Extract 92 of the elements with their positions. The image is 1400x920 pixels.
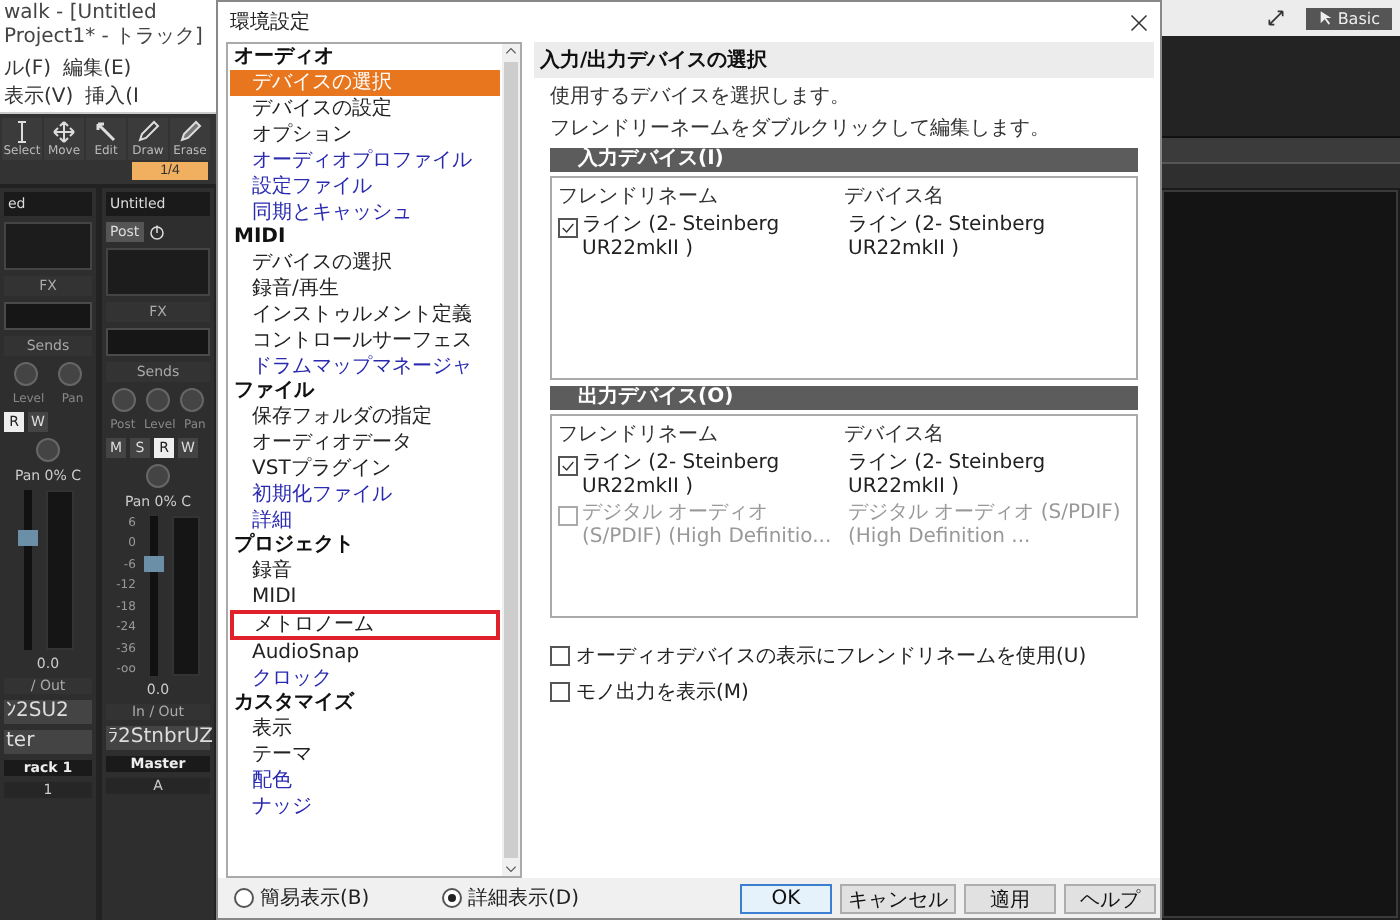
column-header[interactable]: デバイス名 <box>844 420 1130 448</box>
window-title: walk - [Untitled Project1* - トラック] <box>0 0 216 52</box>
dialog-button[interactable]: OK <box>740 883 832 913</box>
tree-item[interactable]: オプション <box>230 122 500 148</box>
table-cell-text: デジタル オーディオ (S/PDIF) (High Definitio... <box>582 502 834 550</box>
checkbox[interactable] <box>558 218 578 238</box>
output-dropdown[interactable]: ter <box>4 730 92 754</box>
menu-item[interactable]: 編集(E) <box>63 54 132 82</box>
fader-handle[interactable] <box>143 556 164 572</box>
radio-label: 簡易表示(B) <box>260 885 370 912</box>
tree-item[interactable]: メトロノーム <box>230 610 500 640</box>
menu-item[interactable]: ル(F) <box>4 54 52 82</box>
pencil-icon <box>136 120 160 144</box>
tree-item[interactable]: テーマ <box>230 742 500 768</box>
checkbox[interactable] <box>550 646 570 666</box>
checkbox[interactable] <box>558 456 578 476</box>
pan-knob[interactable] <box>146 464 170 488</box>
menu-item[interactable]: 挿入(I <box>85 82 140 110</box>
close-icon[interactable] <box>1130 13 1148 31</box>
tree-item[interactable]: MIDI <box>230 584 500 610</box>
section-header: 入力デバイス(I) <box>550 148 1138 172</box>
knob[interactable] <box>145 388 170 412</box>
knob[interactable] <box>14 362 38 386</box>
tree-category[interactable]: MIDI <box>228 226 502 250</box>
table-cell-text: ライン (2- Steinberg UR22mkII ) <box>848 452 1048 500</box>
tree-item[interactable]: AudioSnap <box>230 640 500 666</box>
edit-icon <box>94 120 118 144</box>
tree-item[interactable]: 詳細 <box>230 508 500 534</box>
tree-item[interactable]: オーディオプロファイル <box>230 148 500 174</box>
panel-title: 入力/出力デバイスの選択 <box>534 42 1154 78</box>
dialog-button[interactable]: キャンセル <box>840 883 956 913</box>
tree-item[interactable]: デバイスの選択 <box>230 250 500 276</box>
table-cell-text: ライン (2- Steinberg UR22mkII ) <box>582 214 782 262</box>
table-cell-text: ライン (2- Steinberg UR22mkII ) <box>848 214 1048 262</box>
tree-category[interactable]: プロジェクト <box>228 534 502 558</box>
dialog-title: 環境設定 <box>230 9 310 36</box>
eraser-icon <box>178 120 202 144</box>
tree-item[interactable]: VSTプラグイン <box>230 456 500 482</box>
radio-button[interactable] <box>442 888 462 908</box>
checkbox[interactable] <box>550 682 570 702</box>
dialog-button[interactable]: 適用 <box>964 883 1056 913</box>
column-header[interactable]: デバイス名 <box>844 182 1130 210</box>
table-cell-text: デジタル オーディオ (S/PDIF) (High Definition ... <box>848 502 1123 550</box>
expand-icon <box>1265 8 1286 28</box>
section-header: 出力デバイス(O) <box>550 386 1138 410</box>
description-text: フレンドリーネームをダブルクリックして編集します。 <box>548 115 1052 142</box>
tree-category[interactable]: オーディオ <box>228 46 502 70</box>
tree-item[interactable]: ナッジ <box>230 794 500 820</box>
column-header[interactable]: フレンドリネーム <box>558 182 844 210</box>
dialog-button[interactable]: ヘルプ <box>1064 883 1156 913</box>
tree-item[interactable]: 設定ファイル <box>230 174 500 200</box>
fx-bin <box>106 328 210 356</box>
input-dropdown[interactable]: ﾗ2StnbrUZ <box>106 726 210 750</box>
tree-item[interactable]: 表示 <box>230 716 500 742</box>
eq-graph <box>106 248 210 296</box>
tree-item[interactable]: コントロールサーフェス <box>230 328 500 354</box>
tree-item[interactable]: インストゥルメント定義 <box>230 302 500 328</box>
knob[interactable] <box>58 362 82 386</box>
workspace-button[interactable]: Basic <box>1305 7 1392 29</box>
tree-item[interactable]: 配色 <box>230 768 500 794</box>
tree-item[interactable]: 録音/再生 <box>230 276 500 302</box>
checkbox-label: オーディオデバイスの表示にフレンドリネームを使用(U) <box>576 643 1087 670</box>
tree-category[interactable]: カスタマイズ <box>228 692 502 716</box>
eq-graph <box>4 222 92 270</box>
tree-item[interactable]: クロック <box>230 666 500 692</box>
column-header[interactable]: フレンドリネーム <box>558 420 844 448</box>
description-text: 使用するデバイスを選択します。 <box>548 84 852 110</box>
scrollbar[interactable] <box>502 44 520 876</box>
table-cell-text: ライン (2- Steinberg UR22mkII ) <box>582 452 782 500</box>
knob[interactable] <box>180 388 205 412</box>
radio-label: 詳細表示(D) <box>468 885 580 912</box>
tree-category[interactable]: ファイル <box>228 380 502 404</box>
check-icon <box>560 458 576 474</box>
tree-item[interactable]: 保存フォルダの指定 <box>230 404 500 430</box>
cursor-icon <box>1317 10 1334 26</box>
tree-item[interactable]: オーディオデータ <box>230 430 500 456</box>
power-icon[interactable] <box>147 223 166 241</box>
input-dropdown[interactable]: ﾝ2SU2 <box>4 700 92 724</box>
check-icon <box>560 220 576 236</box>
pan-knob[interactable] <box>36 438 60 462</box>
fader-handle[interactable] <box>17 530 37 546</box>
tree-item[interactable]: 同期とキャッシュ <box>230 200 500 226</box>
tree-item[interactable]: ドラムマップマネージャ <box>230 354 500 380</box>
move-icon <box>52 120 76 144</box>
fx-bin <box>4 302 92 330</box>
menu-item[interactable]: 表示(V) <box>4 82 74 110</box>
tree-item[interactable]: 初期化ファイル <box>230 482 500 508</box>
radio-button[interactable] <box>234 888 254 908</box>
checkbox-label: モノ出力を表示(M) <box>576 679 749 706</box>
knob[interactable] <box>111 388 136 412</box>
tree-item[interactable]: デバイスの設定 <box>230 96 500 122</box>
tree-item[interactable]: 録音 <box>230 558 500 584</box>
